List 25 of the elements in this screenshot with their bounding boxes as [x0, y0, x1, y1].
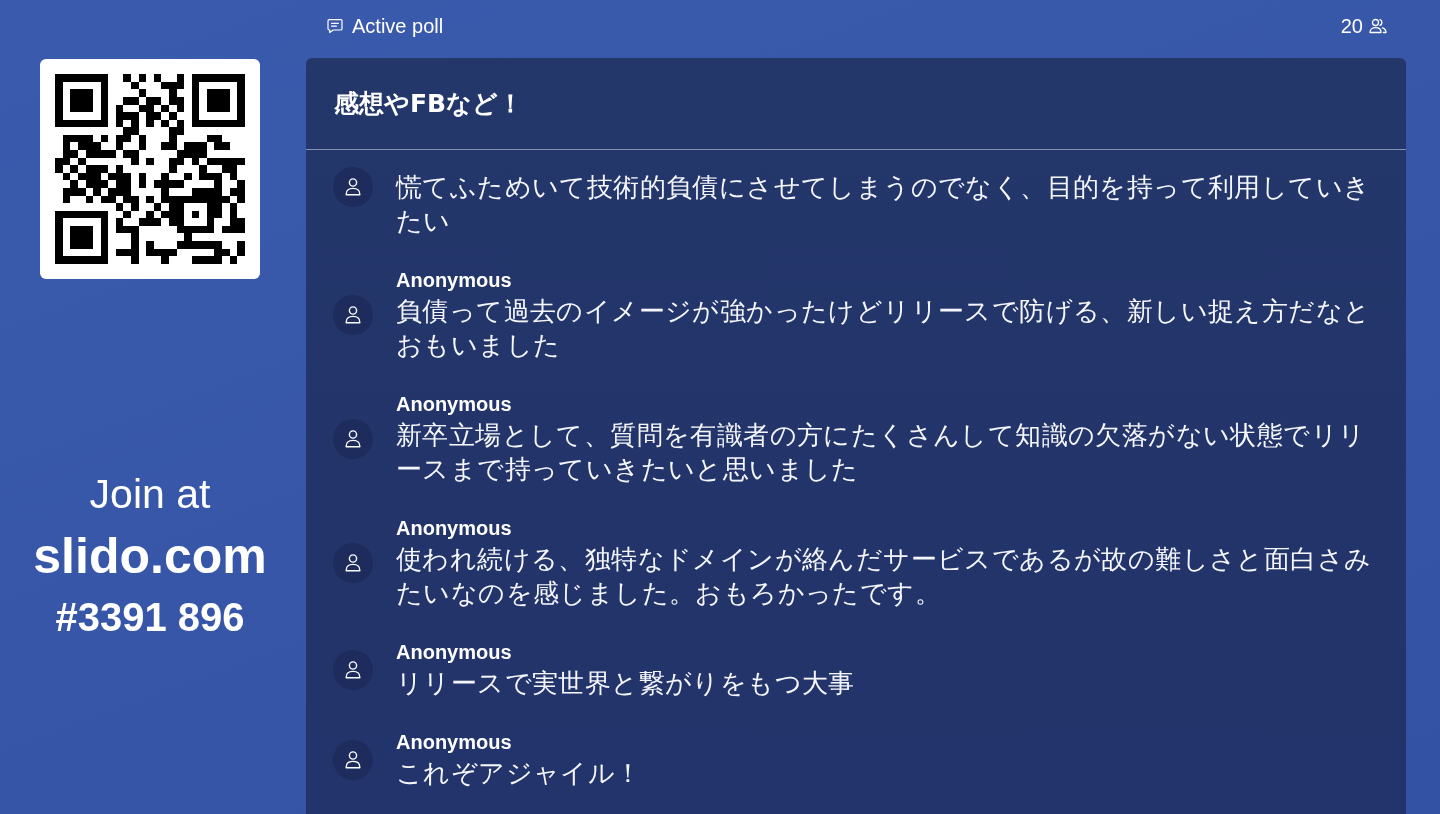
response-text: 使われ続ける、独特なドメインが絡んだサービスであるが故の難しさと面白さみたいなのを感じました。おもろかったです。 — [396, 543, 1373, 610]
join-prompt: Join at — [89, 471, 211, 517]
mode-label: Active poll — [352, 14, 444, 38]
person-avatar-icon — [333, 740, 373, 780]
author-name: Anonymous — [396, 730, 512, 754]
person-avatar-icon — [333, 295, 373, 335]
response-text: 新卒立場として、質問を有識者の方にたくさんして知識の欠落がない状態でリリースまで持っていきたいと思いました — [396, 419, 1367, 486]
response-text: これぞアジャイル！ — [396, 757, 643, 790]
response-text: リリースで実世界と繋がりをもつ大事 — [396, 667, 856, 700]
poll-title: 感想やFBなど！ — [334, 87, 524, 120]
response-text: 慌てふためいて技術的負債にさせてしまうのでなく、目的を持って利用していきたい — [396, 171, 1372, 238]
chat-bubble-icon — [327, 18, 343, 34]
person-avatar-icon — [333, 650, 373, 690]
participant-count: 20 — [1340, 14, 1363, 38]
people-icon — [1369, 18, 1387, 34]
person-avatar-icon — [333, 543, 373, 583]
join-site: slido.com — [33, 527, 267, 585]
person-avatar-icon — [333, 167, 373, 207]
author-name: Anonymous — [396, 516, 512, 540]
response-text: 負債って過去のイメージが強かったけどリリースで防げる、新しい捉え方だなとおもいました — [396, 295, 1372, 362]
person-avatar-icon — [333, 419, 373, 459]
event-code: #3391 896 — [55, 594, 245, 641]
author-name: Anonymous — [396, 268, 512, 292]
author-name: Anonymous — [396, 392, 512, 416]
author-name: Anonymous — [396, 640, 512, 664]
